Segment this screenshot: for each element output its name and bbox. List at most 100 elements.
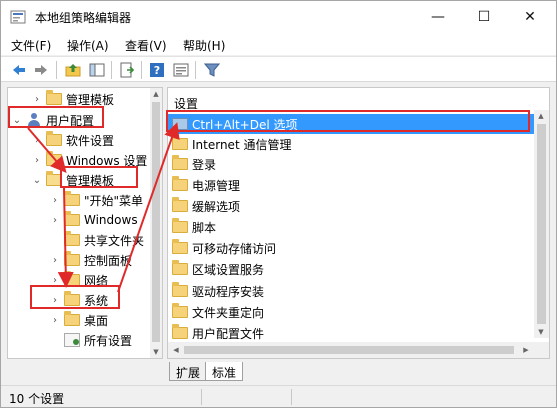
folder-icon [46, 151, 62, 166]
list-item-power-management[interactable]: 电源管理 [168, 175, 535, 195]
close-button[interactable]: ✕ [507, 1, 553, 33]
list-item-user-profiles[interactable]: 用户配置文件 [168, 323, 535, 343]
folder-open-icon [46, 171, 62, 186]
list-item-folder-redirection[interactable]: 文件夹重定向 [168, 302, 535, 322]
policy-editor-app-icon [10, 10, 26, 24]
tab-standard[interactable]: 标准 [205, 362, 244, 381]
back-arrow-icon [13, 65, 25, 75]
status-divider [291, 389, 292, 405]
menu-file[interactable]: 文件(F) [11, 37, 51, 54]
list-item-removable-storage[interactable]: 可移动存储访问 [168, 238, 535, 258]
show-hide-tree-button[interactable] [87, 60, 107, 80]
tree-item-admin-templates-computer[interactable]: › 管理模板 [32, 89, 114, 109]
export-list-icon [120, 62, 135, 78]
list-item-logon[interactable]: 登录 [168, 154, 535, 174]
menu-help[interactable]: 帮助(H) [183, 37, 225, 54]
toolbar-separator [56, 61, 57, 79]
scroll-left-icon[interactable]: ◀ [170, 344, 182, 356]
group-policy-editor-window: 本地组策略编辑器 — ☐ ✕ 文件(F) 操作(A) 查看(V) 帮助(H) ? [0, 0, 557, 408]
chevron-right-icon[interactable]: › [50, 275, 60, 286]
toolbar-separator [111, 61, 112, 79]
status-setting-count: 10 个设置 [9, 392, 65, 406]
export-list-button[interactable] [117, 60, 137, 80]
scroll-up-icon[interactable]: ▲ [535, 110, 547, 122]
toolbar-separator [141, 61, 142, 79]
filter-icon [204, 63, 220, 77]
chevron-right-icon[interactable]: › [50, 215, 60, 226]
chevron-right-icon[interactable]: › [50, 315, 60, 326]
tree-item-all-settings[interactable]: 所有设置 [50, 330, 132, 350]
list-horizontal-scrollbar[interactable]: ◀ ▶ [168, 342, 549, 358]
chevron-right-icon[interactable]: › [32, 155, 42, 166]
list-item-ctrl-alt-del[interactable]: Ctrl+Alt+Del 选项 [168, 114, 535, 134]
tree-item-desktop[interactable]: › 桌面 [50, 310, 108, 330]
menu-bar: 文件(F) 操作(A) 查看(V) 帮助(H) [1, 33, 556, 55]
tree-item-admin-templates-user[interactable]: ⌄ 管理模板 [32, 170, 114, 190]
scroll-down-icon[interactable]: ▼ [535, 326, 547, 338]
folder-icon [172, 239, 188, 254]
folder-icon [172, 303, 188, 318]
up-level-button[interactable] [63, 60, 83, 80]
tree-item-windows-components[interactable]: › Windows [50, 210, 138, 230]
folder-icon [46, 131, 62, 146]
chevron-down-icon[interactable]: ⌄ [12, 115, 22, 126]
settings-list-pane: 设置 Ctrl+Alt+Del 选项 Internet 通信管理 登录 电源管理… [167, 87, 550, 359]
tree-item-start-menu[interactable]: › "开始"菜单 [50, 190, 143, 210]
up-folder-icon [65, 64, 81, 77]
tree-item-software-settings[interactable]: › 软件设置 [32, 130, 114, 150]
forward-button[interactable] [31, 60, 51, 80]
list-item-internet-communication[interactable]: Internet 通信管理 [168, 134, 535, 154]
tree-item-user-configuration[interactable]: ⌄ 用户配置 [12, 110, 94, 130]
chevron-right-icon[interactable]: › [50, 195, 60, 206]
tree-item-system[interactable]: › 系统 [50, 290, 108, 310]
tree-item-network[interactable]: › 网络 [50, 270, 108, 290]
menu-action[interactable]: 操作(A) [67, 37, 109, 54]
folder-icon [172, 324, 188, 339]
forward-arrow-icon [35, 65, 47, 75]
tab-extended[interactable]: 扩展 [169, 362, 208, 381]
folder-icon [172, 155, 188, 170]
list-item-label: 区域设置服务 [192, 262, 265, 277]
list-vertical-scrollbar[interactable]: ▲ ▼ [534, 110, 549, 338]
filter-button[interactable] [202, 60, 222, 80]
view-tabs: 扩展 标准 [167, 362, 550, 382]
title-bar: 本地组策略编辑器 — ☐ ✕ [1, 1, 556, 33]
column-header-setting[interactable]: 设置 [174, 95, 198, 112]
list-item-mitigation-options[interactable]: 缓解选项 [168, 196, 535, 216]
window-title: 本地组策略编辑器 [35, 11, 132, 25]
list-item-driver-installation[interactable]: 驱动程序安装 [168, 281, 535, 301]
chevron-right-icon[interactable]: › [50, 295, 60, 306]
chevron-right-icon[interactable]: › [32, 94, 42, 105]
close-icon: ✕ [524, 9, 536, 25]
folder-icon [64, 251, 80, 266]
back-button[interactable] [9, 60, 29, 80]
list-hscroll-thumb[interactable] [184, 346, 514, 354]
chevron-right-icon[interactable]: › [32, 135, 42, 146]
properties-button[interactable] [171, 60, 191, 80]
scroll-up-icon[interactable]: ▲ [150, 88, 162, 100]
help-button[interactable]: ? [147, 60, 167, 80]
list-scroll-thumb[interactable] [537, 124, 546, 324]
tree-item-shared-folders[interactable]: 共享文件夹 [50, 230, 144, 250]
list-item-label: 电源管理 [192, 178, 241, 193]
menu-view[interactable]: 查看(V) [125, 37, 167, 54]
status-divider [201, 389, 202, 405]
scroll-right-icon[interactable]: ▶ [520, 344, 532, 356]
list-item-label: 登录 [192, 157, 217, 172]
tree-item-label: 桌面 [84, 313, 109, 328]
scroll-down-icon[interactable]: ▼ [150, 346, 162, 358]
tree-item-windows-settings[interactable]: › Windows 设置 [32, 150, 147, 170]
list-item-scripts[interactable]: 脚本 [168, 217, 535, 237]
list-item-label: 缓解选项 [192, 199, 241, 214]
tree-item-label: 共享文件夹 [84, 233, 145, 248]
tree-scroll-thumb[interactable] [152, 102, 160, 342]
tree-item-control-panel[interactable]: › 控制面板 [50, 250, 132, 270]
chevron-right-icon[interactable]: › [50, 255, 60, 266]
tree-vertical-scrollbar[interactable]: ▲ ▼ [150, 88, 162, 358]
minimize-button[interactable]: — [415, 1, 461, 33]
minimize-icon: — [431, 9, 445, 25]
chevron-down-icon[interactable]: ⌄ [32, 175, 42, 186]
maximize-button[interactable]: ☐ [461, 1, 507, 33]
policy-folder-icon [172, 118, 188, 130]
list-item-locale-services[interactable]: 区域设置服务 [168, 259, 535, 279]
